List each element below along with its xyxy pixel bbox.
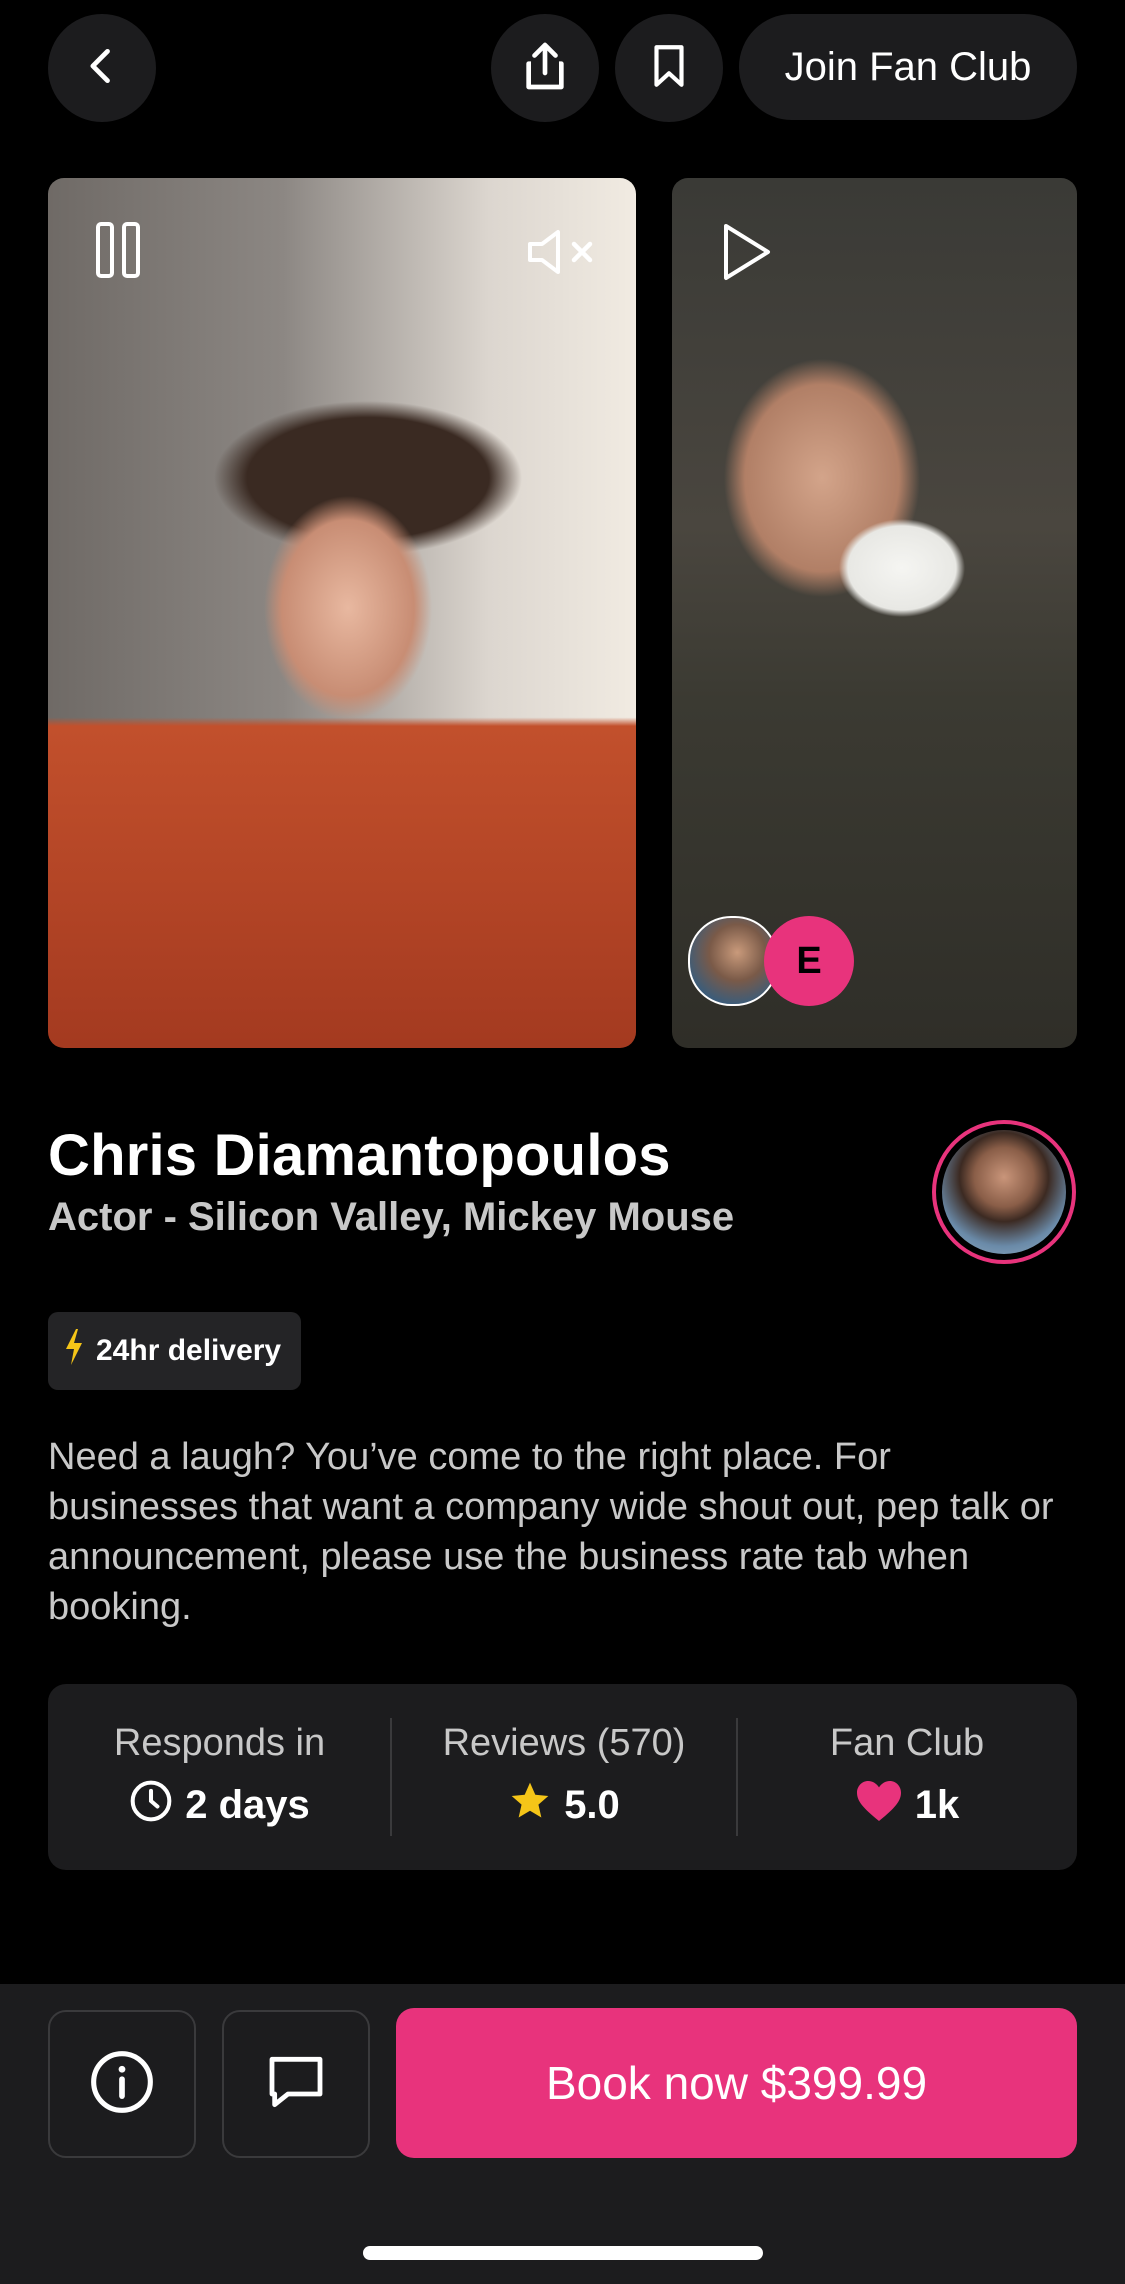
creator-name: Chris Diamantopoulos — [48, 1123, 671, 1188]
stats-panel: Responds in 2 days Reviews (570) 5.0 Fan… — [48, 1684, 1077, 1870]
clock-icon — [129, 1779, 173, 1833]
muted-speaker-icon[interactable] — [526, 226, 602, 278]
star-icon — [508, 1779, 552, 1833]
chevron-left-icon — [80, 44, 124, 93]
stat-label: Reviews (570) — [442, 1721, 686, 1764]
back-button[interactable] — [48, 14, 156, 122]
chat-bubble-icon — [264, 2050, 328, 2119]
heart-icon — [855, 1779, 903, 1833]
creator-subtitle: Actor - Silicon Valley, Mickey Mouse — [48, 1195, 735, 1239]
stat-reviews[interactable]: Reviews (570) 5.0 — [391, 1684, 737, 1870]
stat-value: 1k — [914, 1783, 960, 1827]
stat-label: Fan Club — [829, 1721, 985, 1764]
video-card-1[interactable] — [48, 178, 636, 1048]
stat-responds: Responds in 2 days — [48, 1684, 391, 1870]
home-indicator — [363, 2246, 763, 2260]
play-icon[interactable] — [716, 220, 776, 284]
book-now-button[interactable]: Book now $399.99 — [396, 2008, 1077, 2158]
lightning-icon — [62, 1327, 86, 1375]
share-icon — [517, 38, 573, 99]
share-button[interactable] — [491, 14, 599, 122]
video-card-2[interactable]: E — [672, 178, 1077, 1048]
fan-avatar-letter: E — [764, 916, 854, 1006]
profile-avatar[interactable] — [932, 1120, 1076, 1264]
badge-label: 24hr delivery — [96, 1334, 282, 1367]
stat-value: 2 days — [185, 1783, 310, 1827]
message-button[interactable] — [222, 2010, 370, 2158]
stat-value: 5.0 — [564, 1783, 620, 1827]
info-icon — [88, 2048, 156, 2121]
creator-description: Need a laugh? You’ve come to the right p… — [48, 1436, 1054, 1628]
join-fan-club-button[interactable]: Join Fan Club — [739, 14, 1077, 120]
info-button[interactable] — [48, 2010, 196, 2158]
stat-label: Responds in — [113, 1721, 326, 1764]
delivery-badge: 24hr delivery — [48, 1312, 302, 1390]
bookmark-icon — [644, 41, 694, 96]
stat-fanclub[interactable]: Fan Club 1k — [737, 1684, 1077, 1870]
pause-icon[interactable] — [88, 220, 148, 280]
bookmark-button[interactable] — [615, 14, 723, 122]
